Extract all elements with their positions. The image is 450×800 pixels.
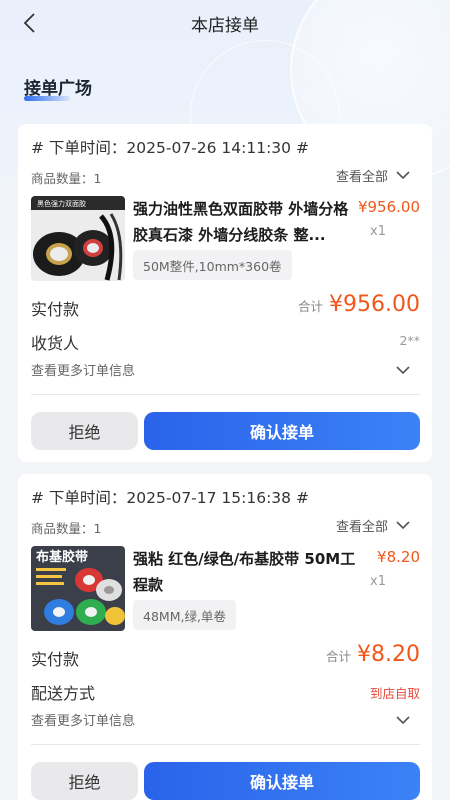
section-title-underline [24, 96, 70, 101]
total-label: 合计 [326, 649, 352, 664]
order-time: # 下单时间：2025-07-17 15:16:38 # [31, 489, 309, 507]
accept-order-button[interactable]: 确认接单 [144, 412, 420, 450]
product-spec: 48MM,绿,单卷 [133, 600, 236, 630]
product-image[interactable]: 布基胶带 [31, 546, 125, 631]
expand-button[interactable] [396, 710, 410, 729]
order-total: 合计 ¥8.20 [326, 642, 420, 667]
page-title: 本店接单 [191, 15, 259, 36]
chevron-left-icon [23, 13, 35, 33]
navigation-bar: 本店接单 [0, 0, 450, 46]
view-all-button[interactable]: 查看全部 [336, 166, 410, 185]
total-amount: ¥956.00 [329, 292, 420, 317]
product-qty: x1 [370, 224, 386, 239]
accept-order-button[interactable]: 确认接单 [144, 762, 420, 800]
order-total: 合计 ¥956.00 [298, 292, 420, 317]
view-all-button[interactable]: 查看全部 [336, 516, 410, 535]
thumb-caption: 布基胶带 [36, 549, 88, 565]
delivery-method-value: 到店自取 [369, 686, 420, 701]
more-order-info[interactable]: 查看更多订单信息 [31, 360, 135, 379]
product-spec: 50M整件,10mm*360卷 [133, 250, 292, 280]
product-qty: x1 [370, 574, 386, 589]
delivery-method-label: 配送方式 [31, 684, 96, 703]
item-count: 商品数量：1 [31, 521, 102, 536]
order-time: # 下单时间：2025-07-26 14:11:30 # [31, 139, 309, 157]
total-amount: ¥8.20 [357, 642, 420, 667]
product-name[interactable]: 强力油性黑色双面胶带 外墙分格胶真石漆 外墙分线胶条 整... [133, 196, 361, 248]
tape-product-image: 黑色强力双面胶 [31, 196, 125, 281]
divider [31, 394, 420, 395]
paid-label: 实付款 [31, 650, 80, 669]
view-all-label: 查看全部 [335, 520, 388, 535]
expand-button[interactable] [396, 360, 410, 379]
chevron-down-icon [396, 716, 410, 725]
total-label: 合计 [298, 299, 324, 314]
product-name[interactable]: 强粘 红色/绿色/布基胶带 50M工程款 [133, 546, 361, 598]
chevron-down-icon [396, 521, 410, 530]
reject-button[interactable]: 拒绝 [31, 412, 138, 450]
chevron-down-icon [396, 171, 410, 180]
tape-product-image: 布基胶带 [31, 546, 125, 631]
product-price: ¥8.20 [377, 548, 420, 566]
divider [31, 744, 420, 745]
recipient-label: 收货人 [31, 334, 80, 353]
paid-label: 实付款 [31, 300, 80, 319]
recipient-value: 2** [399, 333, 420, 348]
chevron-down-icon [396, 366, 410, 375]
back-button[interactable] [16, 10, 42, 36]
order-card: # 下单时间：2025-07-26 14:11:30 # 商品数量：1 查看全部… [18, 124, 432, 462]
product-price: ¥956.00 [357, 198, 420, 216]
item-count: 商品数量：1 [31, 171, 102, 186]
product-image[interactable]: 黑色强力双面胶 [31, 196, 125, 281]
reject-button[interactable]: 拒绝 [31, 762, 138, 800]
more-order-info[interactable]: 查看更多订单信息 [31, 710, 135, 729]
order-card: # 下单时间：2025-07-17 15:16:38 # 商品数量：1 查看全部… [18, 474, 432, 800]
view-all-label: 查看全部 [335, 170, 388, 185]
thumb-caption: 黑色强力双面胶 [37, 199, 86, 208]
